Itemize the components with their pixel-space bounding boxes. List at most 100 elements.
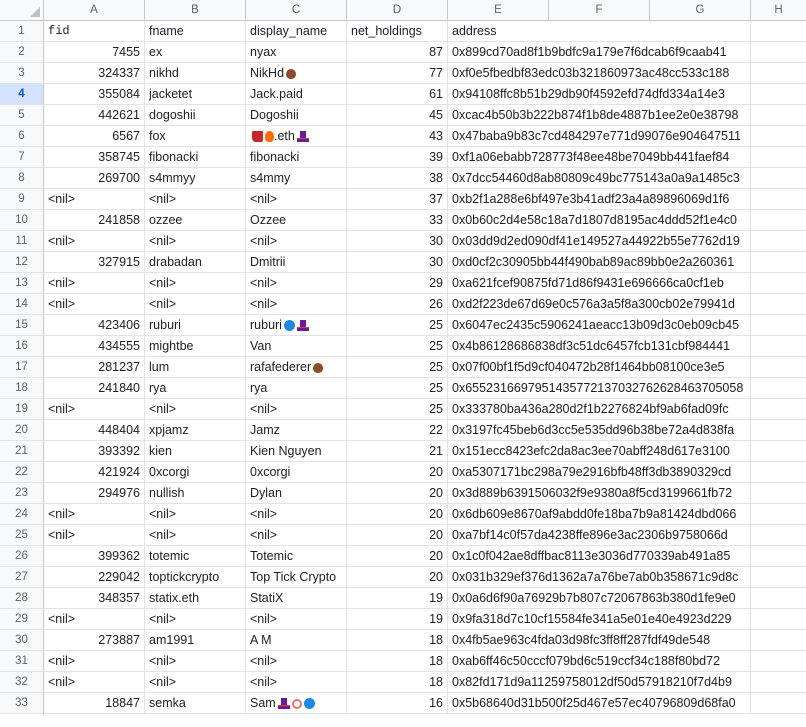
address-cell[interactable]: 0xf1a06ebabb728773f48ee48be7049bb441faef… (448, 147, 751, 168)
row-number[interactable]: 18 (0, 378, 44, 399)
display-name-cell[interactable]: Van (246, 336, 347, 357)
net-holdings-cell[interactable]: 18 (347, 672, 448, 693)
address-cell[interactable]: 0x9fa318d7c10cf15584fe341a5e01e40e4923d2… (448, 609, 751, 630)
display-name-cell[interactable]: <nil> (246, 651, 347, 672)
cell[interactable] (751, 483, 806, 504)
cell[interactable] (751, 252, 806, 273)
cell[interactable] (751, 609, 806, 630)
column-header-a[interactable]: A (44, 0, 145, 21)
cell[interactable] (751, 462, 806, 483)
display-name-cell[interactable]: Jamz (246, 420, 347, 441)
fname-cell[interactable]: jacketet (145, 84, 246, 105)
net-holdings-cell[interactable]: 18 (347, 651, 448, 672)
cell[interactable] (751, 651, 806, 672)
display-name-cell[interactable]: s4mmy (246, 168, 347, 189)
net-holdings-cell[interactable]: 16 (347, 693, 448, 714)
net-holdings-cell[interactable]: 19 (347, 609, 448, 630)
display-name-cell[interactable]: Ozzee (246, 210, 347, 231)
fname-cell[interactable]: totemic (145, 546, 246, 567)
display-name-cell[interactable]: <nil> (246, 525, 347, 546)
net-holdings-cell[interactable]: 25 (347, 378, 448, 399)
column-header-e[interactable]: E (448, 0, 549, 21)
net-holdings-cell[interactable]: 18 (347, 630, 448, 651)
row-number[interactable]: 15 (0, 315, 44, 336)
address-cell[interactable]: 0x7dcc54460d8ab80809c49bc775143a0a9a1485… (448, 168, 751, 189)
row-number[interactable]: 23 (0, 483, 44, 504)
header-cell-display-name[interactable]: display_name (246, 21, 347, 42)
fname-cell[interactable]: <nil> (145, 399, 246, 420)
net-holdings-cell[interactable]: 29 (347, 273, 448, 294)
fid-cell[interactable]: 273887 (44, 630, 145, 651)
row-number[interactable]: 1 (0, 21, 44, 42)
column-header-c[interactable]: C (246, 0, 347, 21)
fid-cell[interactable]: 281237 (44, 357, 145, 378)
address-cell[interactable]: 0xa5307171bc298a79e2916bfb48ff3db3890329… (448, 462, 751, 483)
address-cell[interactable]: 0x0a6d6f90a76929b7b807c72067863b380d1fe9… (448, 588, 751, 609)
address-cell[interactable]: 0x0b60c2d4e58c18a7d1807d8195ac4ddd52f1e4… (448, 210, 751, 231)
row-number[interactable]: 16 (0, 336, 44, 357)
row-number[interactable]: 12 (0, 252, 44, 273)
display-name-cell[interactable]: <nil> (246, 273, 347, 294)
fid-cell[interactable]: 434555 (44, 336, 145, 357)
net-holdings-cell[interactable]: 26 (347, 294, 448, 315)
fid-cell[interactable]: 399362 (44, 546, 145, 567)
fid-cell[interactable]: <nil> (44, 609, 145, 630)
address-cell[interactable]: 0x3197fc45beb6d3cc5e535dd96b38be72a4d838… (448, 420, 751, 441)
cell[interactable] (751, 567, 806, 588)
display-name-cell[interactable]: Top Tick Crypto (246, 567, 347, 588)
fname-cell[interactable]: nullish (145, 483, 246, 504)
row-number[interactable]: 30 (0, 630, 44, 651)
display-name-cell[interactable]: Dmitrii (246, 252, 347, 273)
fid-cell[interactable]: 7455 (44, 42, 145, 63)
cell[interactable] (751, 42, 806, 63)
display-name-cell[interactable]: rafafederer (246, 357, 347, 378)
fid-cell[interactable]: 358745 (44, 147, 145, 168)
cell[interactable] (751, 21, 806, 42)
cell[interactable] (751, 399, 806, 420)
display-name-cell[interactable]: ruburi (246, 315, 347, 336)
fname-cell[interactable]: s4mmyy (145, 168, 246, 189)
fname-cell[interactable]: <nil> (145, 231, 246, 252)
row-number[interactable]: 32 (0, 672, 44, 693)
cell[interactable] (751, 672, 806, 693)
net-holdings-cell[interactable]: 45 (347, 105, 448, 126)
address-cell[interactable]: 0xa7bf14c0f57da4238ffe896e3ac2306b975806… (448, 525, 751, 546)
address-cell[interactable]: 0x6db609e8670af9abdd0fe18ba7b9a81424dbd0… (448, 504, 751, 525)
net-holdings-cell[interactable]: 30 (347, 231, 448, 252)
net-holdings-cell[interactable]: 20 (347, 462, 448, 483)
row-number[interactable]: 31 (0, 651, 44, 672)
net-holdings-cell[interactable]: 20 (347, 525, 448, 546)
column-header-h[interactable]: H (751, 0, 806, 21)
cell[interactable] (751, 168, 806, 189)
row-number[interactable]: 13 (0, 273, 44, 294)
fname-cell[interactable]: nikhd (145, 63, 246, 84)
cell[interactable] (751, 546, 806, 567)
display-name-cell[interactable]: <nil> (246, 231, 347, 252)
fid-cell[interactable]: <nil> (44, 231, 145, 252)
cell[interactable] (751, 84, 806, 105)
row-number[interactable]: 3 (0, 63, 44, 84)
net-holdings-cell[interactable]: 43 (347, 126, 448, 147)
fname-cell[interactable]: kien (145, 441, 246, 462)
row-number[interactable]: 17 (0, 357, 44, 378)
fname-cell[interactable]: <nil> (145, 294, 246, 315)
cell[interactable] (751, 105, 806, 126)
address-cell[interactable]: 0xcac4b50b3b222b874f1b8de4887b1ee2e0e387… (448, 105, 751, 126)
display-name-cell[interactable]: Dogoshii (246, 105, 347, 126)
cell[interactable] (751, 504, 806, 525)
fid-cell[interactable]: 6567 (44, 126, 145, 147)
header-cell-address[interactable]: address (448, 21, 751, 42)
row-number[interactable]: 5 (0, 105, 44, 126)
fid-cell[interactable]: 294976 (44, 483, 145, 504)
column-header-d[interactable]: D (347, 0, 448, 21)
address-cell[interactable]: 0x47baba9b83c7cd484297e771d99076e9046475… (448, 126, 751, 147)
address-cell[interactable]: 0x3d889b6391506032f9e9380a8f5cd3199661fb… (448, 483, 751, 504)
fid-cell[interactable]: 393392 (44, 441, 145, 462)
cell[interactable] (751, 588, 806, 609)
address-cell[interactable]: 0x65523166979514357721370327626284637050… (448, 378, 751, 399)
fname-cell[interactable]: ozzee (145, 210, 246, 231)
display-name-cell[interactable]: Jack.paid (246, 84, 347, 105)
net-holdings-cell[interactable]: 38 (347, 168, 448, 189)
fid-cell[interactable]: 269700 (44, 168, 145, 189)
header-cell-net-holdings[interactable]: net_holdings (347, 21, 448, 42)
